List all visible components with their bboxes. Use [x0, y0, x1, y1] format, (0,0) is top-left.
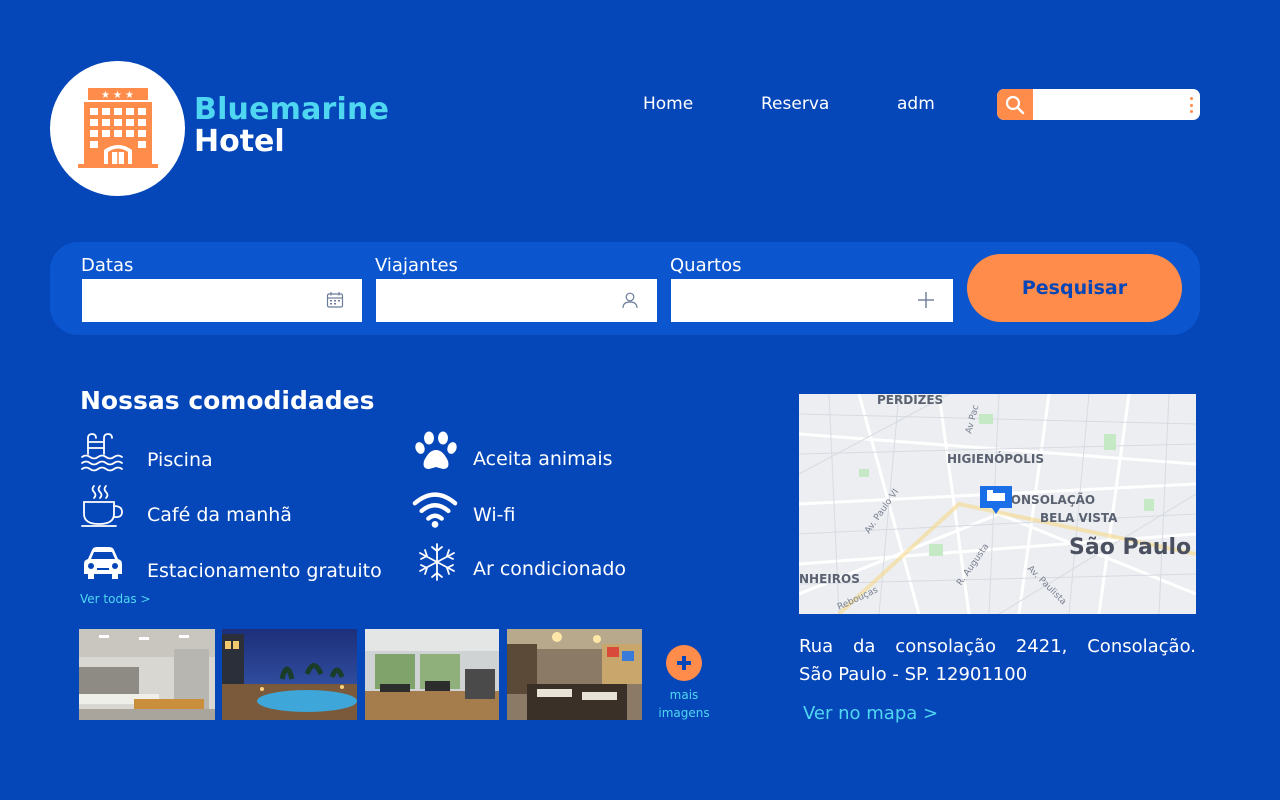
- hotel-logo[interactable]: ★ ★ ★: [50, 61, 185, 196]
- search-button[interactable]: [997, 89, 1033, 120]
- address-line1: Rua da consolação 2421, Consolação.: [799, 636, 1196, 657]
- search-icon: [1005, 95, 1025, 114]
- amenity-pool: Piscina: [147, 449, 213, 471]
- plus-circle-icon: [677, 656, 691, 670]
- calendar-icon[interactable]: [326, 291, 344, 309]
- map-label-bela-vista: BELA VISTA: [1040, 511, 1118, 525]
- svg-text:★: ★: [101, 90, 110, 101]
- gallery-thumb-restaurant[interactable]: [507, 629, 642, 720]
- gallery-thumb-gym[interactable]: [365, 629, 499, 720]
- search-input[interactable]: [1035, 91, 1175, 118]
- dates-field[interactable]: [82, 279, 362, 322]
- pool-icon: [81, 433, 123, 472]
- map-label-perdizes: PERDIZES: [877, 394, 943, 407]
- travelers-input[interactable]: [376, 279, 657, 322]
- svg-text:★: ★: [125, 90, 134, 101]
- travelers-label: Viajantes: [375, 255, 458, 276]
- rooms-input[interactable]: [671, 279, 953, 322]
- more-images-button[interactable]: [666, 645, 702, 681]
- gallery-thumb-pool[interactable]: [222, 629, 357, 720]
- travelers-field[interactable]: [376, 279, 657, 322]
- gallery-thumb-bathroom[interactable]: [79, 629, 215, 720]
- amenity-breakfast: Café da manhã: [147, 504, 292, 526]
- map-label-higienopolis: HIGIENÓPOLIS: [947, 451, 1044, 466]
- paw-icon: [415, 431, 457, 469]
- user-icon[interactable]: [621, 291, 639, 309]
- plus-icon[interactable]: [917, 291, 935, 309]
- dates-label: Datas: [81, 255, 134, 276]
- snowflake-icon: [419, 543, 455, 581]
- address-line2: São Paulo - SP. 12901100: [799, 664, 1028, 685]
- brand-line2: Hotel: [194, 123, 285, 159]
- map-label-sao-paulo: São Paulo: [1069, 535, 1191, 560]
- amenity-wifi: Wi-fi: [473, 504, 516, 526]
- map-label-pinheiros: NHEIROS: [799, 572, 860, 586]
- kebab-menu-icon[interactable]: [1189, 97, 1193, 113]
- amenity-ac: Ar condicionado: [473, 558, 627, 580]
- rooms-field[interactable]: [671, 279, 953, 322]
- view-map-link[interactable]: Ver no mapa >: [803, 703, 938, 724]
- coffee-cup-icon: [81, 485, 123, 527]
- nav-home[interactable]: Home: [643, 94, 693, 114]
- car-icon: [84, 547, 122, 579]
- nav-reserva[interactable]: Reserva: [761, 94, 829, 114]
- search-submit-button[interactable]: Pesquisar: [967, 254, 1182, 322]
- header-search: [997, 89, 1200, 120]
- brand-name: Bluemarine Hotel: [194, 94, 389, 157]
- amenity-pets: Aceita animais: [473, 448, 613, 470]
- dates-input[interactable]: [82, 279, 362, 322]
- svg-text:★: ★: [113, 90, 122, 101]
- wifi-icon: [412, 492, 458, 528]
- see-all-amenities-link[interactable]: Ver todas >: [80, 592, 151, 606]
- amenities-title: Nossas comodidades: [80, 386, 375, 415]
- amenity-parking: Estacionamento gratuito: [147, 560, 382, 582]
- hotel-building-icon: ★ ★ ★: [77, 87, 158, 168]
- rooms-label: Quartos: [670, 255, 742, 276]
- brand-line1: Bluemarine: [194, 92, 390, 127]
- map-label-consolacao: CONSOLAÇÃO: [1002, 492, 1095, 507]
- hotel-address: Rua da consolação 2421, Consolação. São …: [799, 633, 1196, 689]
- location-map[interactable]: PERDIZES HIGIENÓPOLIS CONSOLAÇÃO BELA VI…: [799, 394, 1196, 614]
- nav-adm[interactable]: adm: [897, 94, 935, 114]
- more-images-label[interactable]: mais imagens: [648, 686, 720, 722]
